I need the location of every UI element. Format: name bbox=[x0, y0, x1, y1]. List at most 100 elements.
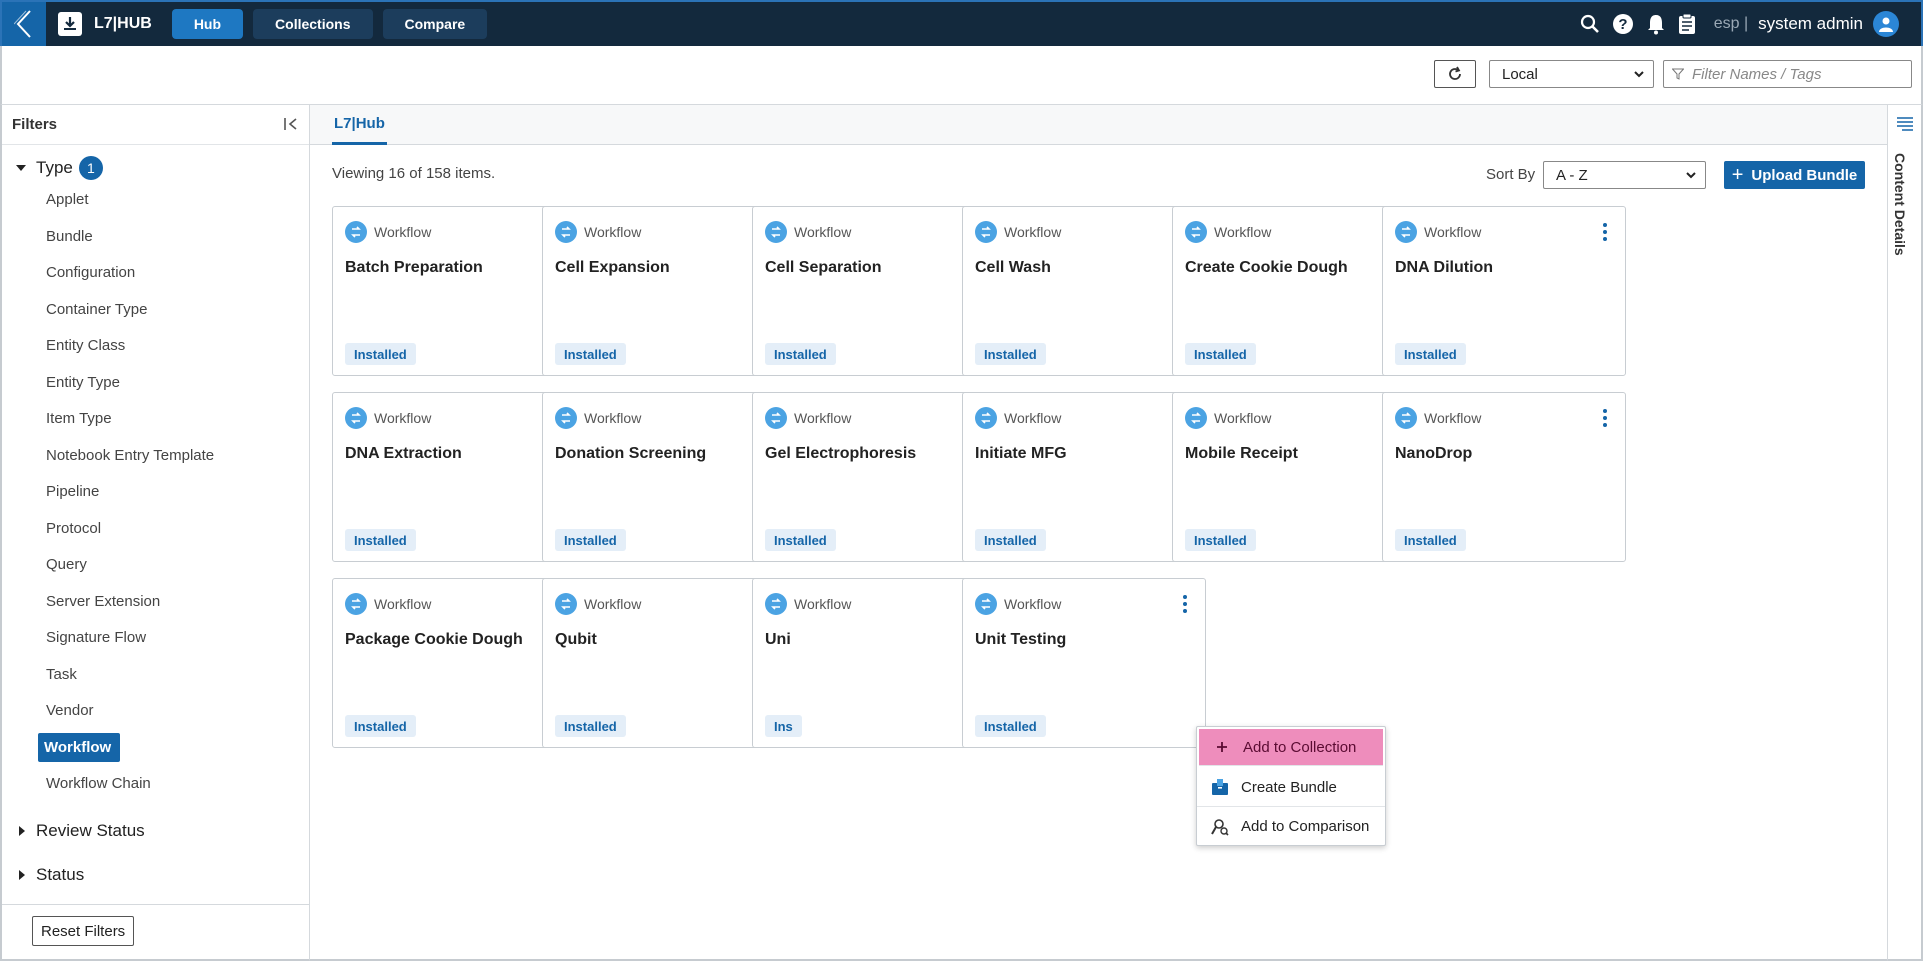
caret-down-icon bbox=[16, 165, 26, 171]
nav-collections-button[interactable]: Collections bbox=[253, 9, 373, 39]
content-card[interactable]: Workflow Donation Screening Installed bbox=[542, 392, 786, 562]
back-button[interactable] bbox=[2, 2, 46, 46]
app-logo[interactable]: L7|HUB bbox=[58, 12, 152, 36]
kebab-icon[interactable] bbox=[1595, 407, 1615, 429]
status-badge: Installed bbox=[555, 529, 626, 551]
card-type-label: Workflow bbox=[374, 596, 432, 612]
card-type: Workflow bbox=[345, 221, 431, 243]
card-type-label: Workflow bbox=[794, 410, 852, 426]
collapse-icon[interactable] bbox=[283, 116, 299, 136]
content-card[interactable]: Workflow Qubit Installed bbox=[542, 578, 786, 748]
nav-hub-button[interactable]: Hub bbox=[171, 9, 244, 39]
content-card[interactable]: Workflow Initiate MFG Installed bbox=[962, 392, 1206, 562]
type-filter-item[interactable]: Pipeline bbox=[44, 477, 309, 506]
review-status-filter-toggle[interactable]: Review Status bbox=[2, 816, 309, 846]
help-icon[interactable]: ? bbox=[1612, 13, 1634, 35]
type-filter-item[interactable]: Signature Flow bbox=[44, 623, 309, 652]
type-filter-item[interactable]: Task bbox=[44, 660, 309, 689]
clipboard-icon[interactable] bbox=[1678, 13, 1696, 35]
environment-select[interactable]: Local bbox=[1489, 60, 1654, 88]
type-filter-toggle[interactable]: Type 1 bbox=[2, 151, 309, 185]
card-type: Workflow bbox=[765, 593, 851, 615]
type-filter-item[interactable]: Entity Type bbox=[44, 368, 309, 397]
sort-select[interactable]: A - Z bbox=[1543, 161, 1706, 189]
kebab-icon[interactable] bbox=[1175, 593, 1195, 615]
workflow-icon bbox=[1185, 407, 1207, 429]
content-card[interactable]: Workflow DNA Dilution Installed bbox=[1382, 206, 1626, 376]
workflow-icon bbox=[975, 221, 997, 243]
type-filter-item[interactable]: Vendor bbox=[44, 696, 309, 725]
content-card[interactable]: Workflow Cell Separation Installed bbox=[752, 206, 996, 376]
add-to-collection-menu-item[interactable]: Add to Collection bbox=[1199, 729, 1383, 766]
caret-right-icon bbox=[19, 869, 25, 880]
nav-compare-button[interactable]: Compare bbox=[382, 9, 488, 39]
card-type-label: Workflow bbox=[1004, 596, 1062, 612]
type-filter-item[interactable]: Bundle bbox=[44, 222, 309, 251]
tab-l7hub[interactable]: L7|Hub bbox=[332, 105, 387, 145]
tab-bar: L7|Hub bbox=[310, 105, 1887, 145]
type-filter-item[interactable]: Notebook Entry Template bbox=[44, 441, 309, 470]
search-icon[interactable] bbox=[1580, 14, 1600, 34]
status-label: Status bbox=[36, 864, 85, 884]
card-type: Workflow bbox=[975, 407, 1061, 429]
card-title: Cell Wash bbox=[975, 259, 1051, 276]
content-card[interactable]: Workflow Gel Electrophoresis Installed bbox=[752, 392, 996, 562]
card-type: Workflow bbox=[765, 407, 851, 429]
filter-names-tags-input[interactable]: Filter Names / Tags bbox=[1663, 60, 1912, 88]
content-card[interactable]: Workflow Unit Testing Installed bbox=[962, 578, 1206, 748]
bell-icon[interactable] bbox=[1646, 13, 1666, 35]
type-filter-item[interactable]: Workflow Chain bbox=[44, 769, 309, 798]
workflow-icon bbox=[345, 593, 367, 615]
kebab-icon[interactable] bbox=[1595, 221, 1615, 243]
type-filter-item[interactable]: Protocol bbox=[44, 514, 309, 543]
content-card[interactable]: Workflow NanoDrop Installed bbox=[1382, 392, 1626, 562]
content-details-rail[interactable]: Content Details bbox=[1887, 105, 1923, 961]
card-actions-menu: Add to Collection Create Bundle Add to C… bbox=[1196, 726, 1386, 846]
content-card[interactable]: Workflow Package Cookie Dough Installed bbox=[332, 578, 576, 748]
content-card[interactable]: Workflow Cell Wash Installed bbox=[962, 206, 1206, 376]
card-type-label: Workflow bbox=[1004, 410, 1062, 426]
user-name[interactable]: system admin bbox=[1758, 14, 1863, 34]
refresh-button[interactable] bbox=[1434, 60, 1476, 88]
type-filter-item[interactable]: Container Type bbox=[44, 295, 309, 324]
card-type-label: Workflow bbox=[1214, 410, 1272, 426]
upload-bundle-button[interactable]: + Upload Bundle bbox=[1724, 161, 1865, 189]
language-indicator[interactable]: esp | bbox=[1714, 15, 1748, 33]
filter-placeholder: Filter Names / Tags bbox=[1692, 65, 1822, 83]
workflow-icon bbox=[1395, 221, 1417, 243]
status-badge: Installed bbox=[555, 343, 626, 365]
type-filter-item[interactable]: Applet bbox=[44, 185, 309, 214]
status-badge: Installed bbox=[975, 715, 1046, 737]
reset-filters-button[interactable]: Reset Filters bbox=[32, 916, 135, 946]
type-filter-item[interactable]: Configuration bbox=[44, 258, 309, 287]
type-filter-item[interactable]: Workflow bbox=[38, 732, 120, 762]
content-card[interactable]: Workflow Batch Preparation Installed bbox=[332, 206, 576, 376]
card-type-label: Workflow bbox=[794, 224, 852, 240]
type-filter-item[interactable]: Item Type bbox=[44, 404, 309, 433]
status-filter-toggle[interactable]: Status bbox=[2, 860, 309, 890]
user-icon[interactable] bbox=[1873, 11, 1899, 37]
content-toolbar: Local Filter Names / Tags bbox=[0, 46, 1923, 105]
content-card[interactable]: Workflow Uni Ins bbox=[752, 578, 996, 748]
workflow-icon bbox=[345, 221, 367, 243]
filters-title: Filters bbox=[12, 116, 58, 133]
type-count-badge: 1 bbox=[78, 156, 103, 180]
filter-icon bbox=[1672, 68, 1684, 80]
card-title: Batch Preparation bbox=[345, 259, 483, 276]
content-card[interactable]: Workflow Create Cookie Dough Installed bbox=[1172, 206, 1416, 376]
add-to-comparison-label: Add to Comparison bbox=[1241, 818, 1370, 835]
content-card[interactable]: Workflow Cell Expansion Installed bbox=[542, 206, 786, 376]
status-badge: Installed bbox=[765, 343, 836, 365]
create-bundle-label: Create Bundle bbox=[1241, 778, 1337, 796]
type-filter-item[interactable]: Server Extension bbox=[44, 587, 309, 616]
type-filter-item[interactable]: Entity Class bbox=[44, 331, 309, 360]
card-title: Cell Expansion bbox=[555, 259, 670, 276]
content-card[interactable]: Workflow Mobile Receipt Installed bbox=[1172, 392, 1416, 562]
plus-icon: + bbox=[1731, 163, 1744, 186]
type-filter-item[interactable]: Query bbox=[44, 550, 309, 579]
content-card[interactable]: Workflow DNA Extraction Installed bbox=[332, 392, 576, 562]
list-icon[interactable] bbox=[1896, 115, 1914, 136]
card-type-label: Workflow bbox=[584, 596, 642, 612]
create-bundle-menu-item[interactable]: Create Bundle bbox=[1197, 768, 1385, 807]
add-to-comparison-menu-item[interactable]: Add to Comparison bbox=[1197, 807, 1385, 846]
